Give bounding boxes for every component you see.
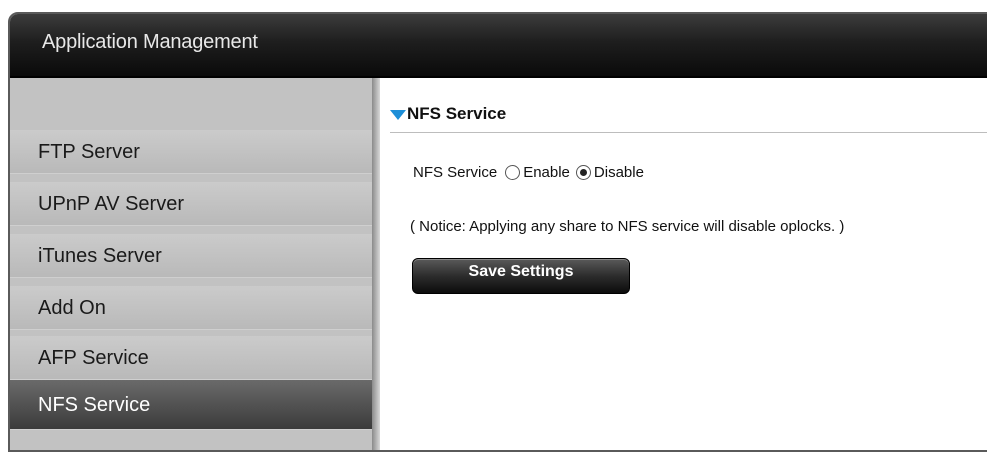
sidebar-item-upnp-av-server[interactable]: UPnP AV Server (10, 182, 372, 226)
collapse-triangle-icon[interactable] (390, 110, 406, 120)
sidebar-item-add-on[interactable]: Add On (10, 286, 372, 330)
page-title: Application Management (42, 31, 258, 53)
header-bar: Application Management (10, 14, 987, 78)
notice-text: ( Notice: Applying any share to NFS serv… (410, 218, 845, 235)
nfs-service-label: NFS Service (413, 164, 498, 181)
sidebar-item-nfs-service[interactable]: NFS Service (10, 380, 372, 430)
enable-radio-label: Enable (523, 164, 570, 181)
sidebar-item-ftp-server[interactable]: FTP Server (10, 130, 372, 174)
disable-radio[interactable]: Disable (575, 164, 644, 181)
sidebar-divider (372, 78, 380, 450)
disable-radio-label: Disable (593, 164, 644, 181)
enable-radio[interactable]: Enable (505, 164, 570, 181)
sidebar-item-itunes-server[interactable]: iTunes Server (10, 234, 372, 278)
radio-checked-icon[interactable] (575, 165, 591, 180)
sidebar: FTP Server UPnP AV Server iTunes Server … (10, 78, 372, 450)
section-title: NFS Service (407, 104, 507, 123)
nfs-service-row: NFS Service Enable Disable (413, 164, 650, 181)
app-window: Application Management FTP Server UPnP A… (8, 12, 987, 452)
main-content: NFS Service NFS Service Enable Disable (… (380, 78, 987, 450)
radio-unchecked-icon[interactable] (505, 165, 521, 180)
sidebar-item-afp-service[interactable]: AFP Service (10, 336, 372, 380)
save-settings-button[interactable]: Save Settings (412, 258, 630, 294)
section-header: NFS Service (390, 104, 987, 133)
